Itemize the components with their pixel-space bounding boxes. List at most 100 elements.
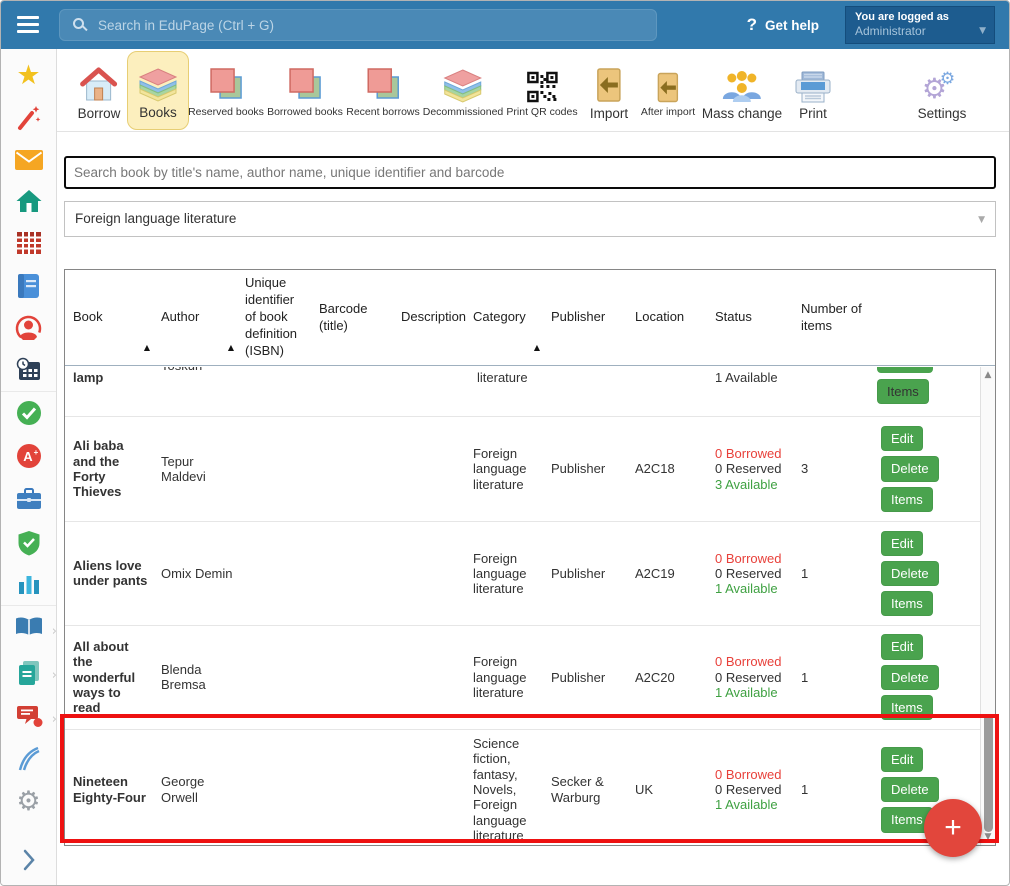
sidebar-item-writing[interactable] — [1, 746, 56, 777]
edit-button[interactable]: Edit — [881, 634, 923, 659]
sidebar-item-communication[interactable]: › — [1, 704, 56, 733]
toolbar-label: Decommissioned — [423, 106, 504, 118]
delete-button[interactable]: Delete — [881, 561, 939, 586]
column-header-isbn[interactable]: Unique identifier of book definition (IS… — [237, 275, 311, 359]
mail-icon — [15, 150, 43, 170]
delete-button[interactable]: Delete — [881, 665, 939, 690]
items-button[interactable]: Items — [881, 695, 933, 720]
items-button[interactable]: Items — [881, 591, 933, 616]
people-group-icon — [720, 70, 764, 103]
book-location: A2C20 — [627, 664, 707, 691]
sidebar-item-favorites[interactable]: ★ — [1, 62, 56, 89]
delete-button[interactable]: Delete — [881, 456, 939, 481]
toolbar-item-print[interactable]: Print — [788, 55, 838, 125]
toolbar-item-decommissioned[interactable]: Decommissioned — [417, 55, 510, 122]
book-status: 0 Borrowed 0 Reserved 3 Available — [707, 440, 793, 498]
column-header-number-of-items[interactable]: Number of items — [793, 301, 873, 335]
sidebar-item-approvals[interactable] — [1, 400, 56, 431]
book-publisher: Publisher — [543, 664, 627, 691]
items-button[interactable]: Items — [881, 487, 933, 512]
row-actions: Edit Delete Items — [873, 418, 980, 521]
sidebar-item-home[interactable] — [1, 189, 56, 218]
toolbar-item-settings[interactable]: ⚙⚙ Settings — [912, 55, 973, 125]
book-description — [393, 784, 465, 796]
account-dropdown[interactable]: You are logged as Administrator ▼ — [845, 6, 995, 44]
sidebar-item-documents[interactable]: › — [1, 660, 56, 691]
edit-button[interactable]: Edit — [881, 747, 923, 772]
sidebar-item-statistics[interactable] — [1, 573, 56, 600]
svg-text:+: + — [33, 448, 38, 457]
column-header-barcode[interactable]: Barcode (title) — [311, 301, 393, 335]
toolbar-item-import[interactable]: Import — [584, 55, 634, 125]
book-status: 0 Borrowed 0 Reserved 1 Available — [707, 761, 793, 819]
sidebar-item-notebook[interactable] — [1, 273, 56, 304]
toolbar-item-reserved-books[interactable]: Reserved books — [182, 55, 270, 122]
status-borrowed: 0 Borrowed — [715, 446, 789, 461]
edit-button[interactable]: Edit — [881, 531, 923, 556]
library-toolbar: Borrow Books Reserved books Borrowed boo… — [57, 49, 1009, 132]
approve-check-icon — [16, 400, 42, 426]
hamburger-menu-icon[interactable] — [17, 16, 39, 34]
book-status: 0 Borrowed 0 Reserved 1 Available — [707, 648, 793, 706]
sidebar-item-admin[interactable] — [1, 530, 56, 561]
category-filter-select[interactable]: Foreign language literature ▼ — [64, 201, 996, 237]
book-title: All about the wonderful ways to read — [65, 633, 153, 722]
scrollbar-thumb[interactable] — [984, 714, 993, 832]
book-search-input[interactable] — [64, 156, 996, 189]
delete-button[interactable] — [877, 367, 933, 373]
sidebar-item-calendar[interactable] — [1, 357, 56, 388]
sidebar-item-timetable[interactable] — [1, 231, 56, 260]
book-location: UK — [627, 776, 707, 803]
column-header-book[interactable]: Book▲ — [65, 309, 153, 326]
messages-icon — [15, 704, 43, 728]
sidebar-item-messages-mail[interactable] — [1, 150, 56, 175]
delete-button[interactable]: Delete — [881, 777, 939, 802]
toolbar-item-borrowed-books[interactable]: Borrowed books — [261, 55, 349, 122]
table-scrollbar[interactable]: ▲ ▼ — [980, 367, 995, 845]
global-search-box[interactable] — [59, 9, 657, 41]
grades-icon: A+ — [16, 443, 42, 469]
sidebar-item-students[interactable] — [1, 315, 56, 347]
toolbar-item-borrow[interactable]: Borrow — [72, 55, 127, 125]
sidebar-item-library[interactable]: › — [1, 616, 56, 643]
toolbar-item-recent-borrows[interactable]: Recent borrows — [340, 55, 426, 122]
sidebar-item-settings[interactable]: ⚙ — [1, 788, 56, 815]
notebook-icon — [17, 273, 40, 299]
get-help-button[interactable]: ? Get help — [747, 1, 819, 49]
toolbar-item-books[interactable]: Books — [127, 51, 189, 130]
sidebar-expand-button[interactable] — [1, 849, 56, 876]
book-barcode — [311, 463, 393, 475]
toolbar-item-mass-change[interactable]: Mass change — [696, 55, 788, 125]
book-category: Foreign language literature — [465, 440, 543, 498]
column-header-status[interactable]: Status — [707, 309, 793, 326]
toolbar-item-print-qr-codes[interactable]: Print QR codes — [500, 55, 583, 122]
status-reserved: 0 Reserved — [715, 566, 789, 581]
sidebar-item-wizard[interactable] — [1, 105, 56, 136]
add-book-fab[interactable]: + — [924, 799, 982, 857]
book-item-count: 1 — [793, 560, 873, 587]
column-header-category[interactable]: Category▲ — [465, 309, 543, 326]
toolbar-item-after-import[interactable]: After import — [635, 55, 701, 122]
sort-asc-icon: ▲ — [228, 343, 234, 353]
sidebar-item-grades[interactable]: A+ — [1, 443, 56, 474]
book-author: Blenda Bremsa — [153, 656, 237, 699]
book-category: literature — [477, 370, 528, 385]
column-header-publisher[interactable]: Publisher — [543, 309, 627, 326]
edit-button[interactable]: Edit — [881, 426, 923, 451]
status-borrowed: 0 Borrowed — [715, 551, 789, 566]
toolbar-label: Mass change — [702, 106, 782, 121]
chevron-right-icon: › — [52, 668, 57, 683]
scroll-up-icon[interactable]: ▲ — [981, 368, 995, 382]
briefcase-icon — [16, 488, 42, 511]
book-publisher: Publisher — [543, 560, 627, 587]
book-item-count: 1 — [793, 776, 873, 803]
global-search-input[interactable] — [96, 10, 646, 40]
column-header-author[interactable]: Author▲ — [153, 309, 237, 326]
column-header-description[interactable]: Description — [393, 309, 465, 326]
printer-icon — [794, 71, 832, 103]
items-button[interactable]: Items — [877, 379, 929, 404]
sidebar-item-agenda[interactable] — [1, 488, 56, 516]
column-header-location[interactable]: Location — [627, 309, 707, 326]
scroll-down-icon[interactable]: ▼ — [981, 830, 995, 844]
qr-code-icon — [526, 71, 558, 103]
